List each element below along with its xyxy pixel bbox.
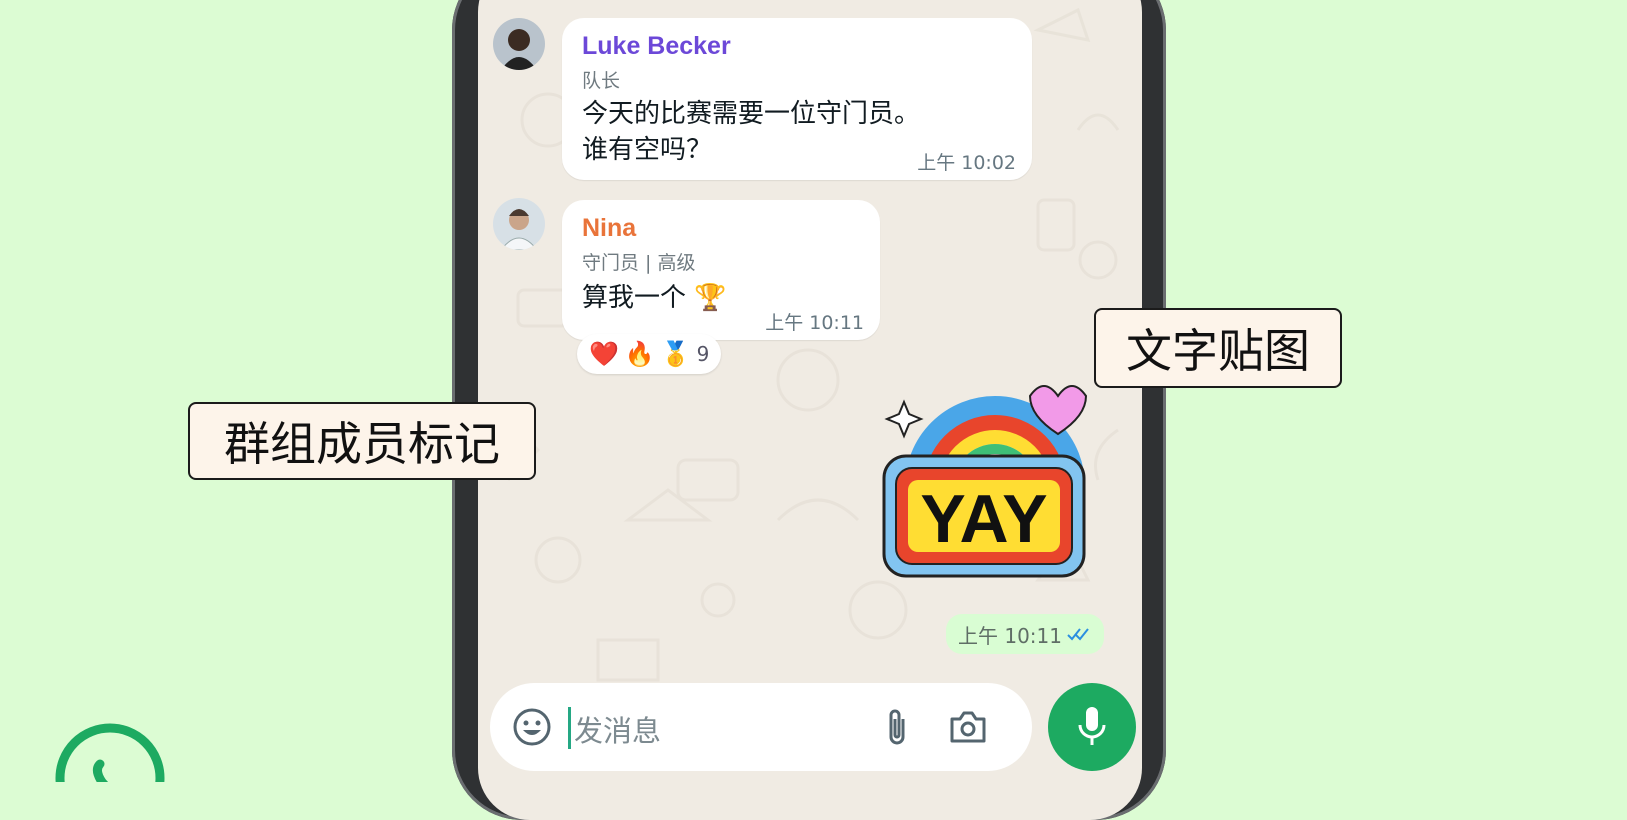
- whatsapp-logo-icon: [55, 723, 165, 782]
- message-bubble-nina[interactable]: Nina 守门员 | 高级 算我一个 🏆 上午 10:11: [562, 200, 880, 340]
- sticker-time-badge: 上午 10:11: [946, 614, 1104, 654]
- mic-icon: [1078, 707, 1106, 745]
- reaction-count: 9: [696, 342, 710, 366]
- sender-name: Nina: [582, 214, 637, 242]
- text-caret: [568, 707, 571, 749]
- message-time: 上午 10:02: [917, 152, 1016, 174]
- reaction-medal-icon: 🥇: [660, 340, 691, 368]
- reaction-fire-icon: 🔥: [624, 340, 655, 368]
- message-text-line: 今天的比赛需要一位守门员。: [582, 99, 921, 129]
- sparkle-icon: [884, 399, 924, 439]
- camera-icon[interactable]: [948, 709, 988, 745]
- message-text: 算我一个 🏆: [582, 283, 727, 313]
- avatar-luke-icon: [493, 18, 545, 70]
- member-tag: 守门员 | 高级: [582, 252, 696, 274]
- attach-icon[interactable]: [883, 707, 911, 749]
- sticker-time: 上午 10:11: [958, 623, 1062, 648]
- sender-name: Luke Becker: [582, 32, 731, 60]
- voice-message-button[interactable]: [1048, 683, 1136, 771]
- callout-group-member-tags: 群组成员标记: [188, 402, 536, 480]
- avatar[interactable]: [493, 198, 545, 250]
- sticker-yay[interactable]: YAY: [880, 376, 1100, 606]
- message-input[interactable]: 发消息: [574, 708, 661, 750]
- message-bubble-luke[interactable]: Luke Becker 队长 今天的比赛需要一位守门员。 谁有空吗？ 上午 10…: [562, 18, 1032, 180]
- emoji-icon[interactable]: [512, 707, 552, 747]
- member-tag: 队长: [582, 70, 621, 92]
- reactions-bar[interactable]: ❤️ 🔥 🥇 9: [577, 334, 722, 374]
- avatar[interactable]: [493, 18, 545, 70]
- sticker-text: YAY: [920, 481, 1047, 557]
- callout-text-stickers: 文字贴图: [1094, 308, 1342, 388]
- message-text-line: 谁有空吗？: [582, 135, 713, 165]
- message-composer: 发消息: [490, 683, 1032, 771]
- reaction-heart-icon: ❤️: [589, 340, 619, 368]
- avatar-nina-icon: [493, 198, 545, 250]
- double-check-icon: [1067, 628, 1089, 641]
- message-time: 上午 10:11: [765, 312, 864, 334]
